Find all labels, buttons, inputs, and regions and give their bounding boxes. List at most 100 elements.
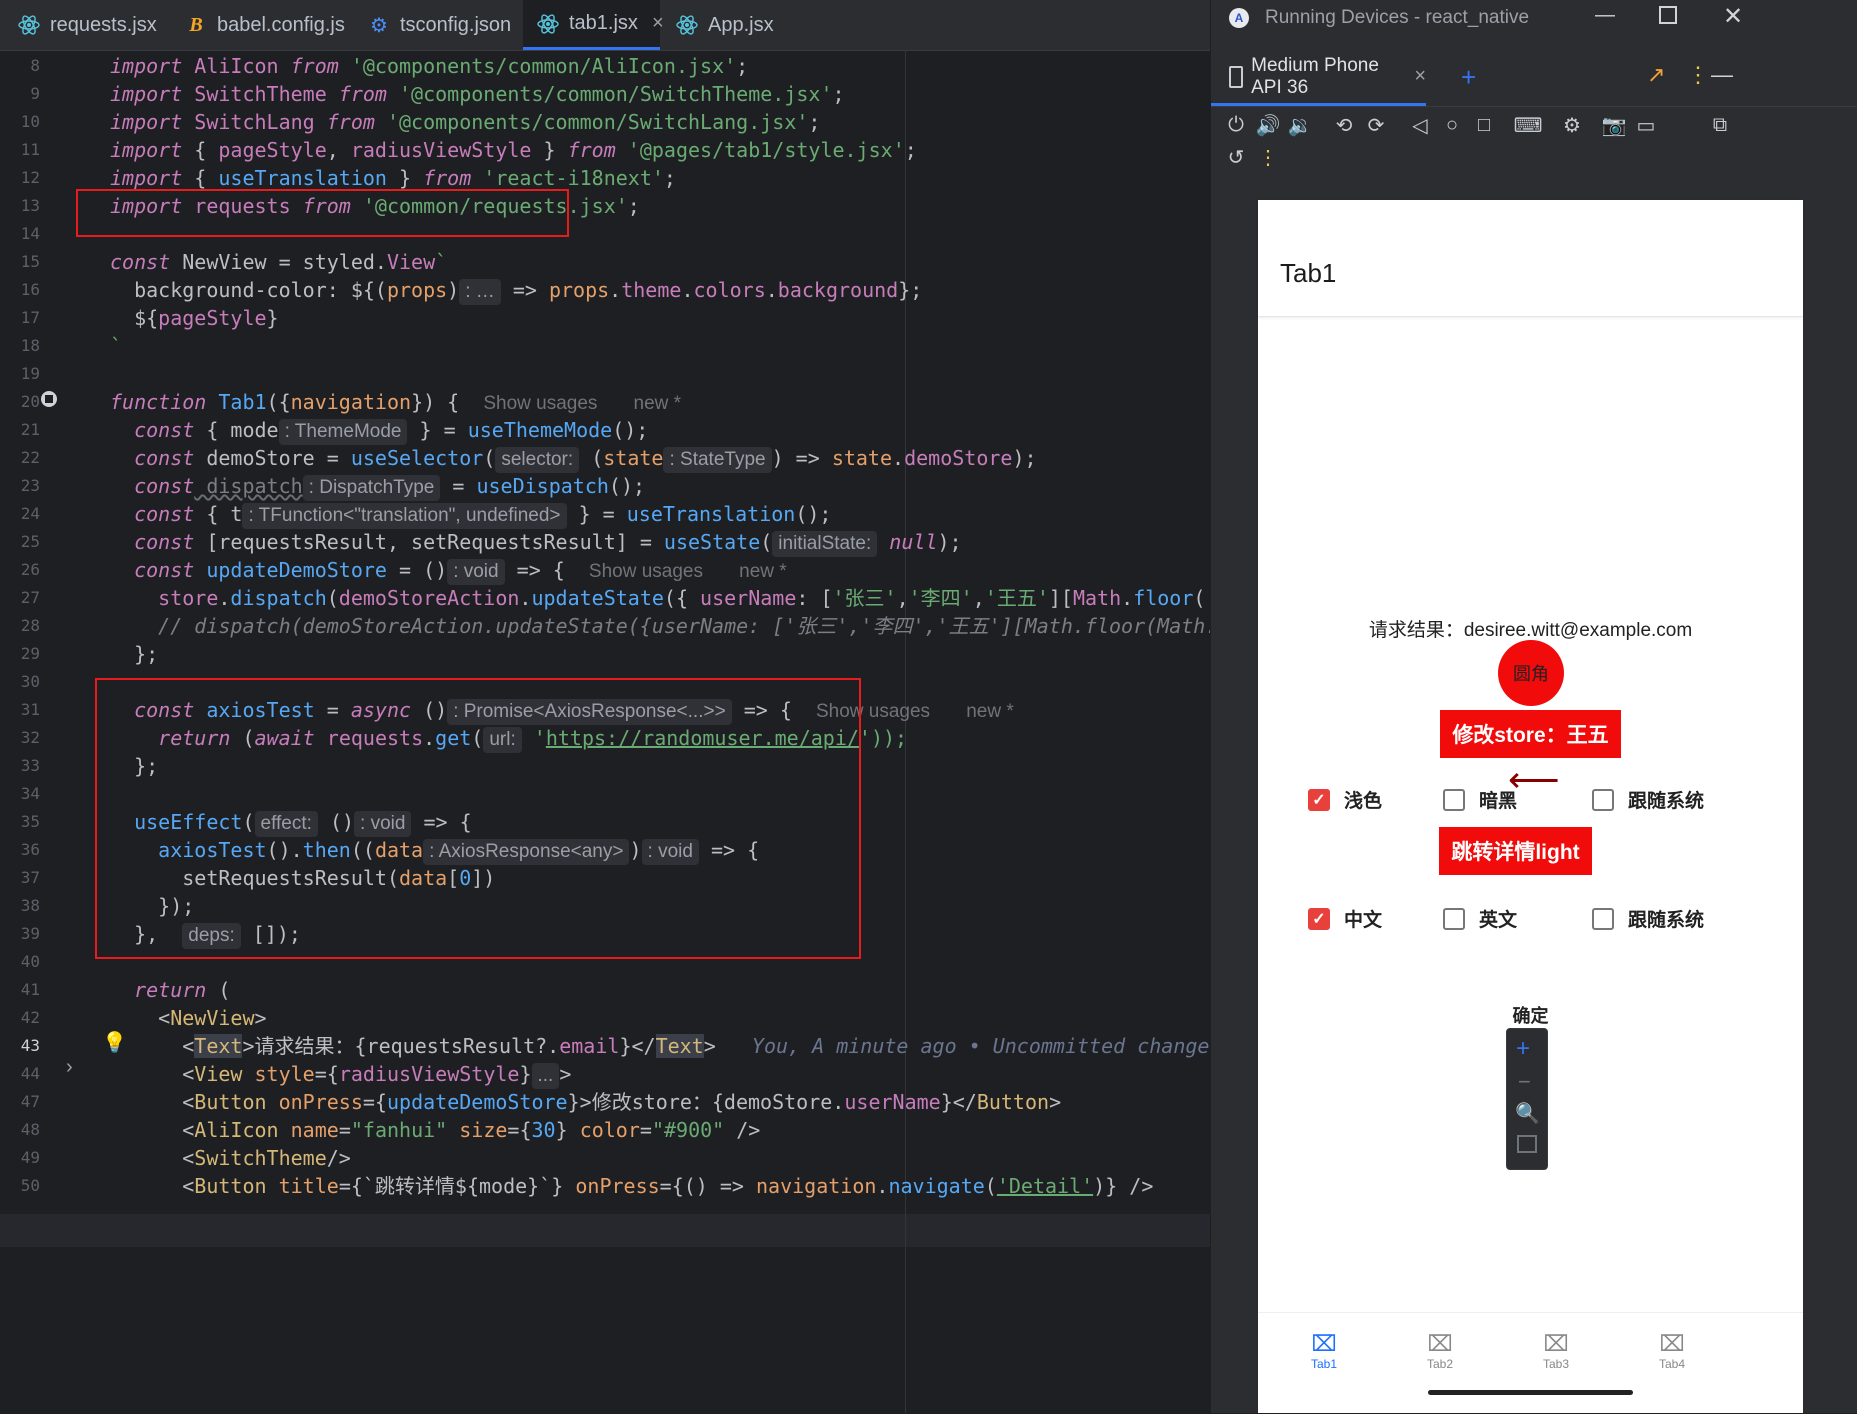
gesture-home-bar[interactable] [1428, 1390, 1633, 1395]
device-settings-icon[interactable]: ⚙ [1557, 110, 1587, 140]
param: state [831, 446, 893, 470]
code-editor[interactable]: requests.jsx B babel.config.js ⚙ tsconfi… [0, 0, 1210, 1413]
jsx-attr: style [254, 1062, 315, 1086]
punct: . [1121, 586, 1134, 610]
volume-up-icon[interactable]: 🔊 [1253, 110, 1283, 140]
plain: ={`跳转详情${mode}`} [338, 1174, 576, 1198]
rotate-right-icon[interactable]: ⟳ [1361, 110, 1391, 140]
line-number: 40 [20, 952, 40, 971]
rotate-left-icon[interactable]: ⟲ [1329, 110, 1359, 140]
tab-requests[interactable]: requests.jsx [18, 0, 157, 50]
string: '王五' [984, 586, 1049, 610]
identifier: Math [1072, 586, 1122, 610]
identifier: useTranslation [218, 166, 387, 190]
checkbox-checked-icon[interactable]: ✓ [1308, 788, 1330, 811]
hide-panel-icon[interactable]: — [1711, 62, 1733, 88]
theme-option-dark[interactable]: 暗黑 [1443, 786, 1517, 813]
keyword: import [110, 110, 183, 134]
navigate-detail-button[interactable]: 跳转详情light [1439, 827, 1592, 875]
line-number: 23 [20, 476, 40, 495]
confirm-button[interactable]: 确定 [1258, 1002, 1803, 1028]
theme-option-system[interactable]: 跟随系统 [1592, 786, 1704, 813]
tab-icon: ⌧ [1543, 1331, 1569, 1356]
back-icon[interactable]: ◁ [1405, 110, 1435, 140]
punct: )} /> [1093, 1174, 1154, 1198]
param: state [603, 446, 664, 470]
close-icon[interactable]: × [1414, 65, 1426, 88]
zoom-fit-icon[interactable] [1517, 1135, 1537, 1153]
tab-tsconfig[interactable]: ⚙ tsconfig.json [368, 0, 511, 50]
line-number: 30 [20, 672, 40, 691]
punct: ; [832, 82, 845, 106]
react-icon [537, 13, 559, 35]
punct: /> [326, 1146, 351, 1170]
function-call: useThemeMode [467, 418, 613, 442]
zoom-out-icon[interactable]: − [1518, 1069, 1531, 1095]
option-label: 跟随系统 [1628, 910, 1705, 931]
close-icon[interactable]: ✕ [1723, 2, 1743, 31]
expand-arrow-icon[interactable]: ↗ [1647, 62, 1665, 88]
line-number: 33 [20, 756, 40, 775]
line-number: 17 [20, 308, 40, 327]
plain: NewView = styled. [170, 250, 387, 274]
volume-down-icon[interactable]: 🔉 [1285, 110, 1315, 140]
plain [267, 1174, 279, 1198]
close-icon[interactable]: × [652, 12, 664, 35]
tab-item-1[interactable]: ⌧ Tab1 [1294, 1331, 1354, 1371]
checkbox-icon[interactable] [1592, 907, 1614, 930]
maximize-icon[interactable] [1659, 6, 1677, 24]
device-screen[interactable]: Tab1 请求结果：desiree.witt@example.com 圆角 修改… [1258, 200, 1803, 1413]
tab-item-2[interactable]: ⌧ Tab2 [1410, 1331, 1470, 1371]
punct: < [110, 1118, 195, 1142]
checkbox-icon[interactable] [1443, 907, 1465, 930]
plain: }>修改store：{demoStore. [567, 1090, 845, 1114]
device-tab[interactable]: Medium Phone API 36 × [1211, 50, 1426, 106]
snapshot-icon[interactable]: ⧉ [1705, 110, 1735, 140]
function-call: useState [663, 530, 761, 554]
update-store-button[interactable]: 修改store：王五 [1440, 710, 1621, 758]
checkbox-checked-icon[interactable]: ✓ [1308, 907, 1330, 930]
more-vertical-icon[interactable]: ⋮ [1687, 62, 1709, 88]
keyword: function [110, 390, 207, 414]
breakpoint-icon[interactable] [41, 391, 57, 407]
tab-tab1[interactable]: tab1.jsx × [523, 0, 664, 50]
show-usages-link[interactable]: Show usages [483, 393, 597, 414]
lang-option-en[interactable]: 英文 [1443, 905, 1517, 932]
home-icon[interactable]: ○ [1437, 110, 1467, 140]
punct: ={ [314, 1062, 339, 1086]
more-vertical-icon[interactable]: ⋮ [1253, 142, 1283, 172]
identifier: pageStyle [218, 138, 327, 162]
prop: email [559, 1034, 620, 1058]
tab-app[interactable]: App.jsx [676, 0, 774, 50]
add-device-icon[interactable]: + [1461, 62, 1476, 93]
zoom-actual-icon[interactable]: 🔍 [1515, 1101, 1540, 1126]
punct: , [326, 138, 351, 162]
minimize-icon[interactable]: — [1595, 4, 1615, 27]
string: '@components/common/SwitchLang.jsx' [374, 110, 809, 134]
line-number: 48 [20, 1120, 40, 1139]
author-hint: new * [966, 701, 1014, 722]
keyboard-icon[interactable]: ⌨ [1513, 110, 1543, 140]
line-number: 47 [20, 1092, 40, 1111]
show-usages-link[interactable]: Show usages [589, 561, 703, 582]
line-number: 13 [20, 196, 40, 215]
theme-option-light[interactable]: ✓ 浅色 [1308, 786, 1382, 813]
lang-option-system[interactable]: 跟随系统 [1592, 905, 1704, 932]
overview-icon[interactable]: □ [1469, 110, 1499, 140]
screenshot-icon[interactable]: 📷 [1599, 110, 1629, 140]
power-icon[interactable]: ⏻ [1221, 110, 1251, 140]
screen-record-icon[interactable]: ▭ [1631, 110, 1661, 140]
lang-option-zh[interactable]: ✓ 中文 [1308, 905, 1382, 932]
line-number: 31 [20, 700, 40, 719]
punct: ; [808, 110, 821, 134]
fold-chevron-icon[interactable]: › [66, 1056, 73, 1079]
checkbox-icon[interactable] [1592, 788, 1614, 811]
zoom-in-icon[interactable]: + [1516, 1035, 1530, 1063]
history-icon[interactable]: ↺ [1221, 142, 1251, 172]
checkbox-icon[interactable] [1443, 788, 1465, 811]
tab-item-3[interactable]: ⌧ Tab3 [1526, 1331, 1586, 1371]
tab-item-4[interactable]: ⌧ Tab4 [1642, 1331, 1702, 1371]
line-number: 25 [20, 532, 40, 551]
tab-babel-config[interactable]: B babel.config.js [185, 0, 345, 50]
keyword: const [110, 558, 195, 582]
